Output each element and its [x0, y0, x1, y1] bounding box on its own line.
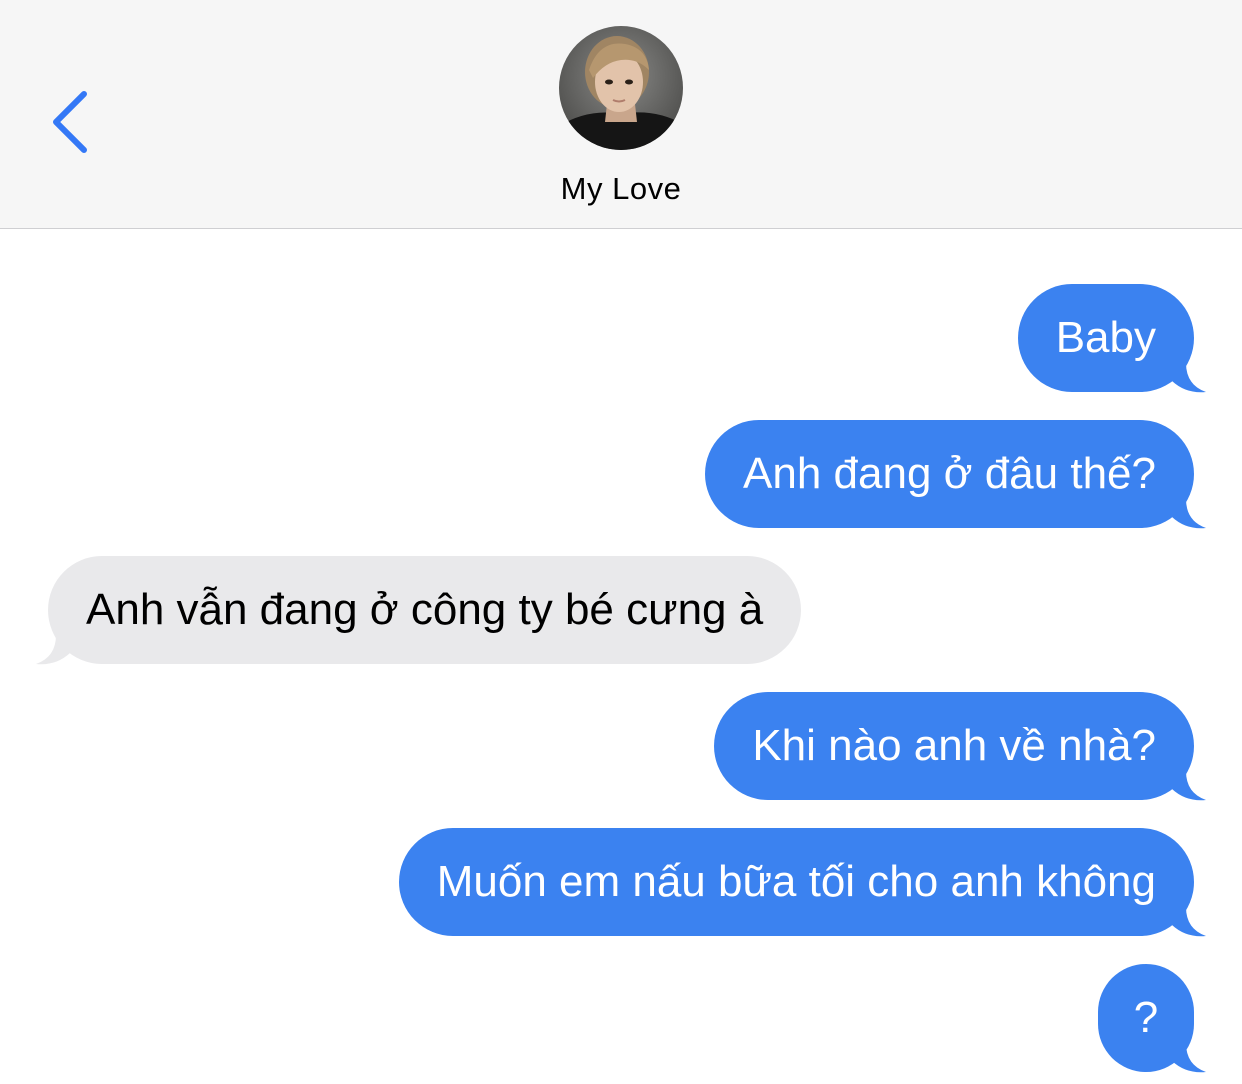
message-text: Anh đang ở đâu thế?: [743, 449, 1156, 498]
sent-message-bubble[interactable]: Khi nào anh về nhà?: [714, 692, 1206, 801]
message-text: Muốn em nấu bữa tối cho anh không: [436, 857, 1156, 906]
bubble-tail-icon: [1172, 363, 1206, 393]
received-message-bubble[interactable]: Anh vẫn đang ở công ty bé cưng à: [36, 556, 802, 665]
conversation-header: My Love: [0, 0, 1242, 229]
bubble-tail-icon: [1172, 499, 1206, 529]
back-button[interactable]: [40, 84, 100, 160]
message-text: Anh vẫn đang ở công ty bé cưng à: [86, 585, 764, 634]
bubble-tail-icon: [1172, 771, 1206, 801]
sent-message-bubble[interactable]: Baby: [1017, 284, 1206, 393]
bubble-tail-icon: [1172, 1043, 1206, 1073]
contact-name[interactable]: My Love: [0, 171, 1242, 207]
chevron-left-icon: [53, 91, 87, 153]
message-text: ?: [1133, 993, 1159, 1042]
bubble-tail-icon: [36, 635, 70, 665]
avatar-photo-icon: [559, 26, 683, 150]
sent-message-bubble[interactable]: ?: [1098, 964, 1206, 1073]
message-text: Khi nào anh về nhà?: [752, 721, 1156, 770]
sent-message-bubble[interactable]: Anh đang ở đâu thế?: [705, 420, 1206, 529]
sent-message-bubble[interactable]: Muốn em nấu bữa tối cho anh không: [398, 828, 1206, 937]
message-thread: Baby Anh đang ở đâu thế? Anh vẫn đang ở …: [0, 229, 1242, 1084]
contact-avatar[interactable]: [559, 26, 683, 150]
bubble-tail-icon: [1172, 907, 1206, 937]
message-text: Baby: [1055, 313, 1156, 362]
